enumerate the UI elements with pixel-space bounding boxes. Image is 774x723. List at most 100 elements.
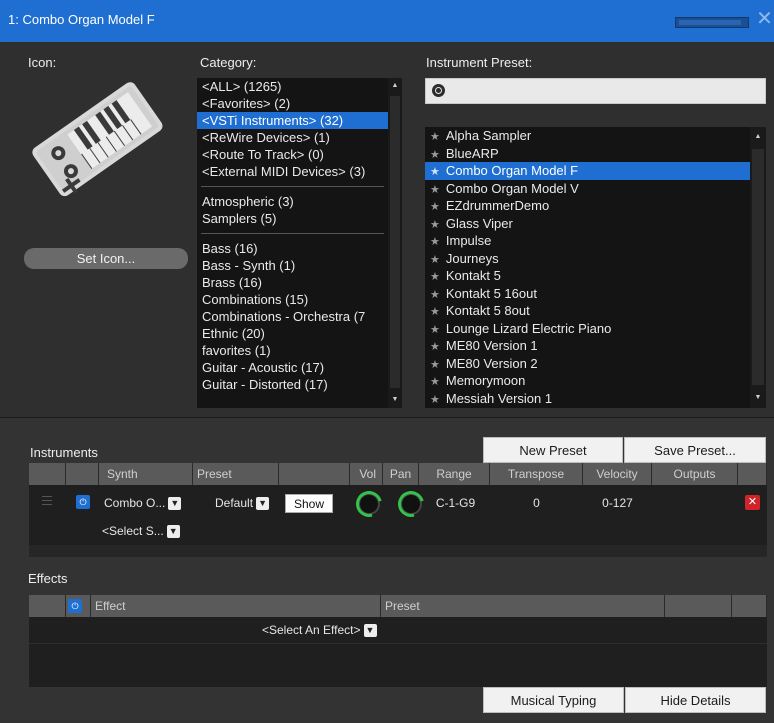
scroll-up-icon[interactable]: ▲ (751, 131, 765, 143)
star-icon[interactable]: ★ (430, 219, 440, 231)
select-synth-dropdown[interactable]: <Select S... ▼ (102, 522, 180, 540)
show-button[interactable]: Show (285, 494, 333, 513)
preset-name: ME80 Version 1 (445, 338, 538, 353)
instrument-preset-list[interactable]: ★ Alpha Sampler ★ BlueARP ★ Combo Organ Model… (425, 127, 750, 408)
preset-name: Kontakt 5 16out (445, 285, 537, 301)
instrument-preset-label: Instrument Preset: (426, 55, 533, 70)
category-item[interactable]: Ethnic (20) (197, 325, 388, 342)
star-icon[interactable]: ★ (430, 341, 440, 353)
category-item[interactable]: Samplers (5) (197, 210, 388, 227)
star-icon[interactable]: ★ (430, 254, 440, 266)
category-item[interactable]: Atmospheric (3) (197, 193, 388, 210)
category-item[interactable]: Guitar - Distorted (17) (197, 376, 388, 393)
star-icon[interactable]: ★ (430, 201, 440, 213)
preset-name: EZdrummerDemo (445, 198, 550, 213)
keyboard-synth-icon (26, 74, 166, 204)
drag-handle-icon[interactable] (42, 496, 52, 506)
fx-header-effect: Effect (91, 595, 381, 617)
preset-item[interactable]: ★ Messiah Version 1 (425, 390, 750, 408)
star-icon[interactable]: ★ (430, 131, 440, 143)
volume-knob[interactable] (358, 493, 380, 515)
preset-name: Glass Viper (445, 215, 513, 231)
save-preset-button[interactable]: Save Preset... (624, 437, 766, 463)
header-preset: Preset (193, 463, 279, 485)
velocity-value[interactable]: 0-127 (583, 494, 652, 512)
title-bar: 1: Combo Organ Model F ✕ (0, 0, 774, 42)
preset-item[interactable]: ★ Kontakt 5 8out (425, 302, 750, 320)
delete-icon[interactable]: ✕ (745, 495, 760, 510)
preset-item[interactable]: ★ Glass Viper (425, 215, 750, 233)
star-icon[interactable]: ★ (430, 359, 440, 371)
preset-item[interactable]: ★ ME80 Version 1 (425, 337, 750, 355)
preset-name: Combo Organ Model V (445, 180, 579, 196)
scroll-up-icon[interactable]: ▲ (388, 80, 402, 92)
star-icon[interactable]: ★ (430, 289, 440, 301)
category-item[interactable]: <Favorites> (2) (197, 95, 388, 112)
preset-item[interactable]: ★ Memorymoon (425, 372, 750, 390)
star-icon[interactable]: ★ (430, 394, 440, 406)
star-icon[interactable]: ★ (430, 306, 440, 318)
preset-item[interactable]: ★ Impulse (425, 232, 750, 250)
preset-item[interactable]: ★ Kontakt 5 16out (425, 285, 750, 303)
category-scrollbar[interactable]: ▲ ▼ (388, 78, 402, 408)
preset-item[interactable]: ★ EZdrummerDemo (425, 197, 750, 215)
window-grip[interactable] (675, 17, 749, 28)
scroll-down-icon[interactable]: ▼ (388, 394, 402, 406)
preset-item[interactable]: ★ Combo Organ Model V (425, 180, 750, 198)
star-icon[interactable]: ★ (430, 271, 440, 283)
scroll-down-icon[interactable]: ▼ (751, 392, 765, 404)
star-icon[interactable]: ★ (430, 184, 440, 196)
category-item[interactable]: Combinations (15) (197, 291, 388, 308)
star-icon[interactable]: ★ (430, 324, 440, 336)
star-icon[interactable]: ★ (430, 166, 440, 178)
category-item[interactable]: Combinations - Orchestra (7 (197, 308, 388, 325)
power-icon[interactable]: ⏻ (68, 599, 82, 613)
category-item[interactable]: <ReWire Devices> (1) (197, 129, 388, 146)
category-item[interactable]: <External MIDI Devices> (3) (197, 163, 388, 180)
select-effect-dropdown[interactable]: <Select An Effect> ▼ (262, 621, 377, 639)
preset-name: Alpha Sampler (445, 128, 532, 143)
category-item[interactable]: <Route To Track> (0) (197, 146, 388, 163)
scrollbar-thumb[interactable] (752, 149, 764, 385)
transpose-value[interactable]: 0 (490, 494, 583, 512)
category-list[interactable]: <ALL> (1265) <Favorites> (2) <VSTi Instrum… (197, 78, 388, 408)
preset-search-field[interactable] (452, 82, 760, 100)
header-velocity: Velocity (583, 463, 652, 485)
preset-item[interactable]: ★ BlueARP (425, 145, 750, 163)
category-item[interactable]: <VSTi Instruments> (32) (197, 112, 388, 129)
star-icon[interactable]: ★ (430, 236, 440, 248)
preset-item[interactable]: ★ Lounge Lizard Electric Piano (425, 320, 750, 338)
scrollbar-thumb[interactable] (390, 96, 400, 388)
pan-knob[interactable] (400, 493, 422, 515)
preset-item[interactable]: ★ Journeys (425, 250, 750, 268)
category-item[interactable]: favorites (1) (197, 342, 388, 359)
category-item[interactable]: <ALL> (1265) (197, 78, 388, 95)
star-icon[interactable]: ★ (430, 376, 440, 388)
header-transpose: Transpose (490, 463, 583, 485)
preset-item[interactable]: ★ Combo Organ Model F (425, 162, 750, 180)
power-icon[interactable]: ⏻ (76, 495, 90, 509)
preset-item[interactable]: ★ ME80 Version 2 (425, 355, 750, 373)
category-item[interactable]: Brass (16) (197, 274, 388, 291)
category-item[interactable]: Bass - Synth (1) (197, 257, 388, 274)
select-effect-value: <Select An Effect> (262, 623, 361, 637)
preset-search-input[interactable] (425, 78, 766, 104)
category-item[interactable]: Bass (16) (197, 240, 388, 257)
instruments-label: Instruments (30, 445, 98, 460)
chevron-down-icon: ▼ (166, 525, 180, 539)
star-icon[interactable]: ★ (430, 149, 440, 161)
preset-dropdown[interactable]: Default ▼ (215, 494, 270, 512)
hide-details-button[interactable]: Hide Details (625, 687, 766, 713)
range-value[interactable]: C-1-G9 (420, 494, 491, 512)
preset-item[interactable]: ★ Kontakt 5 (425, 267, 750, 285)
header-handle (29, 463, 66, 485)
header-outputs: Outputs (652, 463, 738, 485)
musical-typing-button[interactable]: Musical Typing (483, 687, 624, 713)
category-item[interactable]: Guitar - Acoustic (17) (197, 359, 388, 376)
close-icon[interactable]: ✕ (755, 9, 774, 29)
synth-dropdown[interactable]: Combo O... ▼ (104, 494, 182, 512)
preset-item[interactable]: ★ Alpha Sampler (425, 127, 750, 145)
preset-scrollbar[interactable]: ▲ ▼ (750, 127, 766, 408)
new-preset-button[interactable]: New Preset (483, 437, 623, 463)
set-icon-button[interactable]: Set Icon... (24, 248, 188, 269)
